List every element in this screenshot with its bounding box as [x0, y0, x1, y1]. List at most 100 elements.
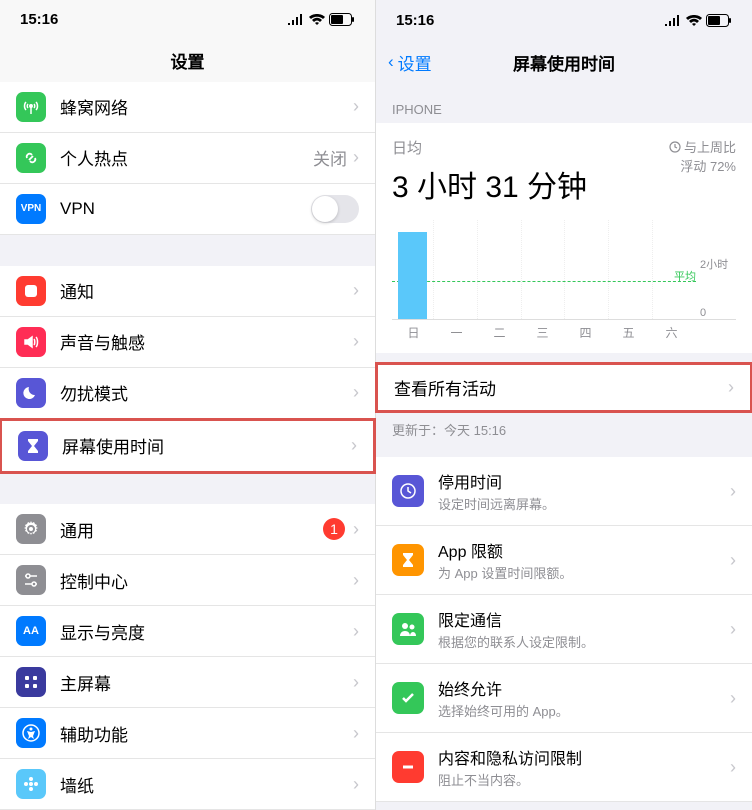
- chevron-icon: ›: [353, 570, 359, 591]
- chevron-icon: ›: [353, 672, 359, 693]
- chevron-icon: ›: [353, 519, 359, 540]
- row-label: 显示与亮度: [60, 619, 353, 644]
- row-display[interactable]: AA 显示与亮度 ›: [0, 606, 375, 657]
- row-subtitle: 选择始终可用的 App。: [438, 701, 730, 720]
- row-accessibility[interactable]: 辅助功能 ›: [0, 708, 375, 759]
- row-subtitle: 设定时间远离屏幕。: [438, 494, 730, 513]
- row-label: 辅助功能: [60, 721, 353, 746]
- chevron-icon: ›: [353, 382, 359, 403]
- chevron-icon: ›: [730, 550, 736, 571]
- chevron-icon: ›: [353, 147, 359, 168]
- status-time: 15:16: [20, 11, 58, 28]
- row-view-all[interactable]: 查看所有活动 ›: [375, 362, 752, 413]
- flower-icon: [16, 769, 46, 799]
- usage-chart: 平均 2小时 0: [392, 220, 736, 320]
- row-dnd[interactable]: 勿扰模式 ›: [0, 368, 375, 419]
- chevron-icon: ›: [730, 619, 736, 640]
- row-notifications[interactable]: 通知 ›: [0, 266, 375, 317]
- row-always-allowed[interactable]: 始终允许 选择始终可用的 App。 ›: [376, 664, 752, 733]
- chevron-icon: ›: [728, 377, 734, 398]
- chevron-icon: ›: [351, 435, 357, 456]
- usage-card: 日均 3 小时 31 分钟 与上周比 浮动 72% 平均: [376, 123, 752, 353]
- row-vpn[interactable]: VPN VPN: [0, 184, 375, 235]
- chevron-icon: ›: [353, 331, 359, 352]
- row-label: 控制中心: [60, 568, 353, 593]
- row-value: 关闭: [313, 145, 347, 170]
- speaker-icon: [16, 327, 46, 357]
- gear-icon: [16, 514, 46, 544]
- section-header: IPHONE: [376, 84, 752, 123]
- row-control-center[interactable]: 控制中心 ›: [0, 555, 375, 606]
- row-communication[interactable]: 限定通信 根据您的联系人设定限制。 ›: [376, 595, 752, 664]
- chevron-icon: ›: [730, 757, 736, 778]
- hourglass-icon: [18, 431, 48, 461]
- row-wallpaper[interactable]: 墙纸 ›: [0, 759, 375, 810]
- row-title: 始终允许: [438, 676, 730, 700]
- row-label: 通知: [60, 278, 353, 303]
- row-app-limits[interactable]: App 限额 为 App 设置时间限额。 ›: [376, 526, 752, 595]
- vpn-toggle[interactable]: [311, 195, 359, 223]
- clock-icon: [392, 475, 424, 507]
- status-indicators: [664, 14, 732, 27]
- row-label: 主屏幕: [60, 670, 353, 695]
- antenna-icon: [16, 92, 46, 122]
- no-entry-icon: [392, 751, 424, 783]
- check-icon: [392, 682, 424, 714]
- people-icon: [392, 613, 424, 645]
- chevron-left-icon: ‹: [388, 52, 394, 72]
- chevron-icon: ›: [353, 280, 359, 301]
- row-label: 勿扰模式: [60, 380, 353, 405]
- grid-icon: [16, 667, 46, 697]
- compare-value: 浮动 72%: [669, 156, 736, 175]
- display-icon: AA: [16, 616, 46, 646]
- row-label: 屏幕使用时间: [62, 433, 351, 458]
- page-title: 设置: [171, 48, 205, 73]
- avg-label: 日均: [392, 137, 587, 158]
- row-title: App 限额: [438, 538, 730, 562]
- status-time: 15:16: [396, 12, 434, 29]
- chevron-icon: ›: [730, 481, 736, 502]
- notification-icon: [16, 276, 46, 306]
- sliders-icon: [16, 565, 46, 595]
- badge: 1: [323, 518, 345, 540]
- row-cellular[interactable]: 蜂窝网络 ›: [0, 82, 375, 133]
- row-hotspot[interactable]: 个人热点 关闭 ›: [0, 133, 375, 184]
- updated-note: 更新于：今天 15:16: [376, 412, 752, 447]
- row-subtitle: 为 App 设置时间限额。: [438, 563, 730, 582]
- row-sounds[interactable]: 声音与触感 ›: [0, 317, 375, 368]
- row-home[interactable]: 主屏幕 ›: [0, 657, 375, 708]
- chevron-icon: ›: [353, 621, 359, 642]
- avg-value: 3 小时 31 分钟: [392, 162, 587, 206]
- row-label: VPN: [60, 199, 311, 219]
- row-title: 停用时间: [438, 469, 730, 493]
- hourglass-icon: [392, 544, 424, 576]
- row-downtime[interactable]: 停用时间 设定时间远离屏幕。 ›: [376, 457, 752, 526]
- back-label: 设置: [398, 50, 432, 75]
- row-label: 蜂窝网络: [60, 94, 353, 119]
- row-general[interactable]: 通用 1 ›: [0, 504, 375, 555]
- row-title: 内容和隐私访问限制: [438, 745, 730, 769]
- chevron-icon: ›: [353, 723, 359, 744]
- row-label: 声音与触感: [60, 329, 353, 354]
- back-button[interactable]: ‹ 设置: [388, 50, 432, 75]
- compare-label: 与上周比: [684, 137, 736, 156]
- row-screentime[interactable]: 屏幕使用时间 ›: [0, 418, 376, 474]
- clock-icon: [669, 141, 681, 153]
- page-title: 屏幕使用时间: [513, 50, 615, 75]
- vpn-icon: VPN: [16, 194, 46, 224]
- accessibility-icon: [16, 718, 46, 748]
- moon-icon: [16, 378, 46, 408]
- status-indicators: [287, 13, 355, 26]
- chevron-icon: ›: [353, 96, 359, 117]
- row-label: 墙纸: [60, 772, 353, 797]
- chevron-icon: ›: [730, 688, 736, 709]
- chevron-icon: ›: [353, 774, 359, 795]
- row-subtitle: 根据您的联系人设定限制。: [438, 632, 730, 651]
- link-icon: [16, 143, 46, 173]
- row-content-privacy[interactable]: 内容和隐私访问限制 阻止不当内容。 ›: [376, 733, 752, 802]
- row-subtitle: 阻止不当内容。: [438, 770, 730, 789]
- row-label: 通用: [60, 517, 323, 542]
- row-title: 限定通信: [438, 607, 730, 631]
- row-label: 个人热点: [60, 145, 313, 170]
- row-label: 查看所有活动: [394, 375, 728, 400]
